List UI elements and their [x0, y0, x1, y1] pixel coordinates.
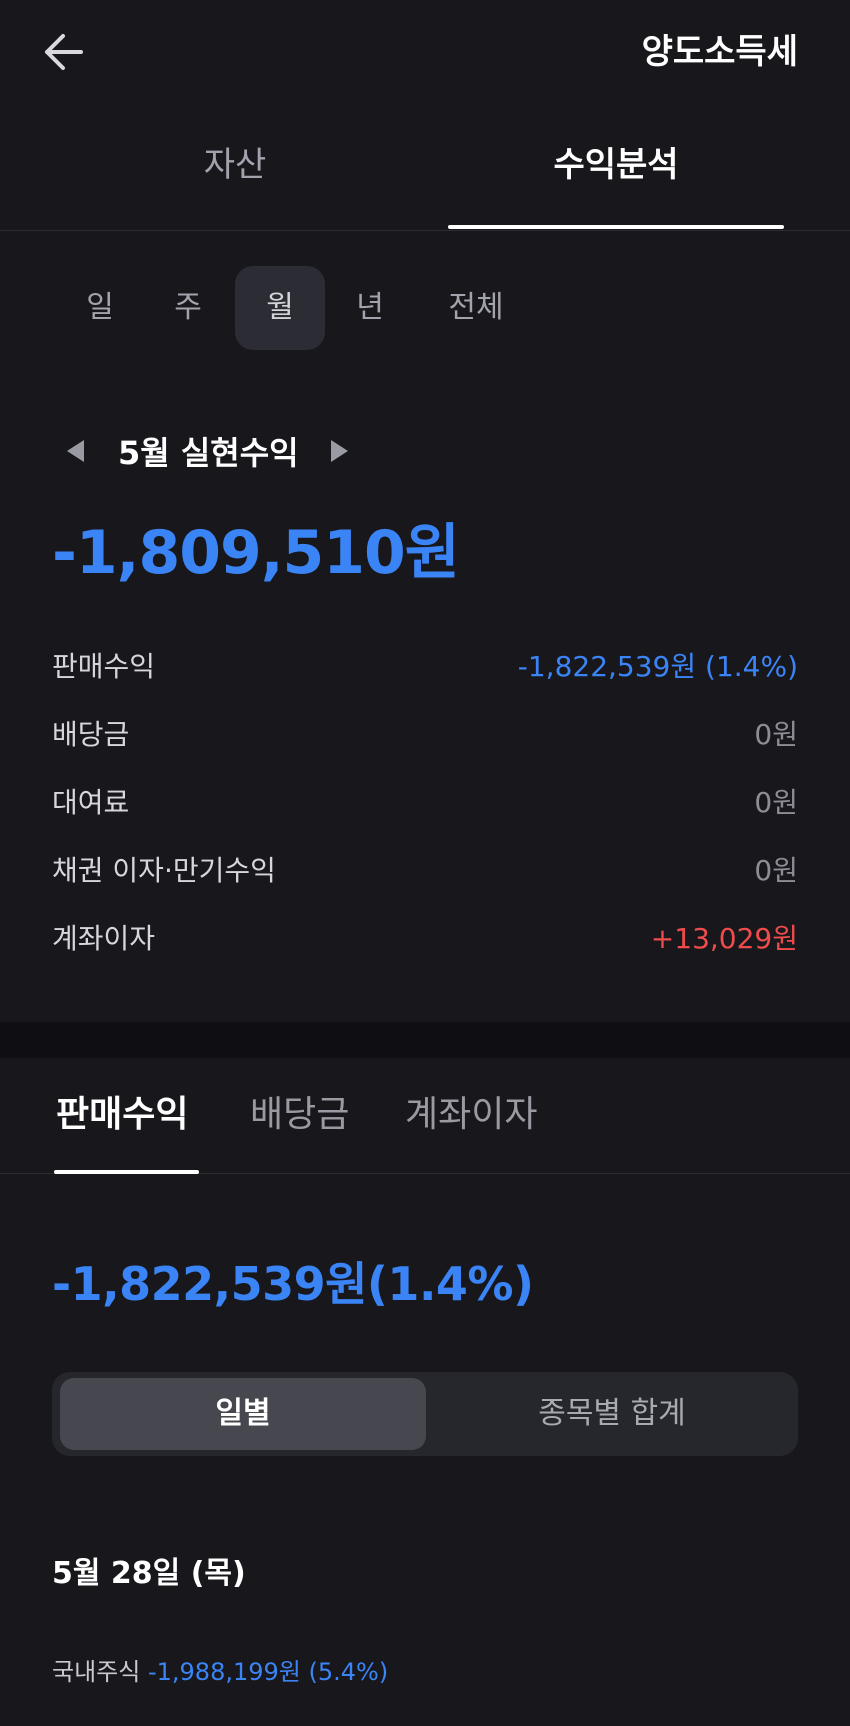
- breakdown-value: +13,029원: [650, 922, 798, 955]
- subtab-account-interest[interactable]: 계좌이자: [405, 1090, 537, 1140]
- breakdown-label: 계좌이자: [52, 922, 156, 955]
- next-month-button[interactable]: [325, 426, 355, 476]
- arrow-left-icon: [45, 34, 83, 70]
- period-all[interactable]: 전체: [438, 266, 514, 350]
- prev-month-button[interactable]: [60, 426, 90, 476]
- period-selector: 일 주 월 년 전체: [0, 266, 850, 350]
- breakdown-row-dividend: 배당금 0원: [52, 708, 798, 758]
- tab-assets[interactable]: 자산: [0, 143, 470, 187]
- segment-by-stock[interactable]: 종목별 합계: [434, 1378, 790, 1450]
- realized-profit-total: -1,809,510원: [52, 518, 460, 588]
- month-title: 5월 실현수익: [118, 434, 299, 472]
- breakdown-label: 대여료: [52, 786, 130, 819]
- breakdown-value: 0원: [754, 786, 798, 819]
- tab-active-indicator: [448, 225, 784, 229]
- breakdown-value: 0원: [754, 854, 798, 887]
- detail-tabs: 판매수익 배당금 계좌이자: [0, 1058, 850, 1174]
- tab-profit-analysis[interactable]: 수익분석: [448, 143, 784, 187]
- triangle-right-icon: [330, 440, 348, 462]
- list-item[interactable]: 국내주식 -1,988,199원 (5.4%): [52, 1654, 388, 1690]
- view-segmented-control: 일별 종목별 합계: [52, 1372, 798, 1456]
- section-divider: [0, 1022, 850, 1058]
- breakdown-label: 채권 이자·만기수익: [52, 854, 276, 887]
- month-navigation: 5월 실현수익: [60, 426, 355, 476]
- back-button[interactable]: [38, 30, 88, 74]
- app-header: 양도소득세: [0, 0, 850, 110]
- segment-daily[interactable]: 일별: [60, 1378, 426, 1450]
- subtab-sales-profit[interactable]: 판매수익: [56, 1090, 188, 1140]
- stock-category-label: 국내주식: [52, 1658, 141, 1686]
- subtab-dividend[interactable]: 배당금: [250, 1090, 349, 1140]
- period-month[interactable]: 월: [235, 266, 325, 350]
- sales-profit-total: -1,822,539원(1.4%): [52, 1257, 534, 1311]
- breakdown-label: 판매수익: [52, 650, 156, 683]
- breakdown-row-bond-interest: 채권 이자·만기수익 0원: [52, 844, 798, 894]
- stock-category-value: -1,988,199원 (5.4%): [147, 1658, 389, 1686]
- breakdown-row-account-interest: 계좌이자 +13,029원: [52, 912, 798, 962]
- period-year[interactable]: 년: [340, 266, 400, 350]
- breakdown-row-lending-fee: 대여료 0원: [52, 776, 798, 826]
- top-tabs: 자산 수익분석: [0, 125, 850, 231]
- subtab-active-indicator: [54, 1170, 199, 1174]
- page-title: 양도소득세: [641, 32, 798, 72]
- date-header: 5월 28일 (목): [52, 1556, 246, 1591]
- period-week[interactable]: 주: [158, 266, 218, 350]
- breakdown-value: -1,822,539원 (1.4%): [517, 650, 798, 683]
- triangle-left-icon: [67, 440, 84, 462]
- period-day[interactable]: 일: [70, 266, 130, 350]
- breakdown-label: 배당금: [52, 718, 130, 751]
- breakdown-value: 0원: [754, 718, 798, 751]
- breakdown-row-sales: 판매수익 -1,822,539원 (1.4%): [52, 640, 798, 690]
